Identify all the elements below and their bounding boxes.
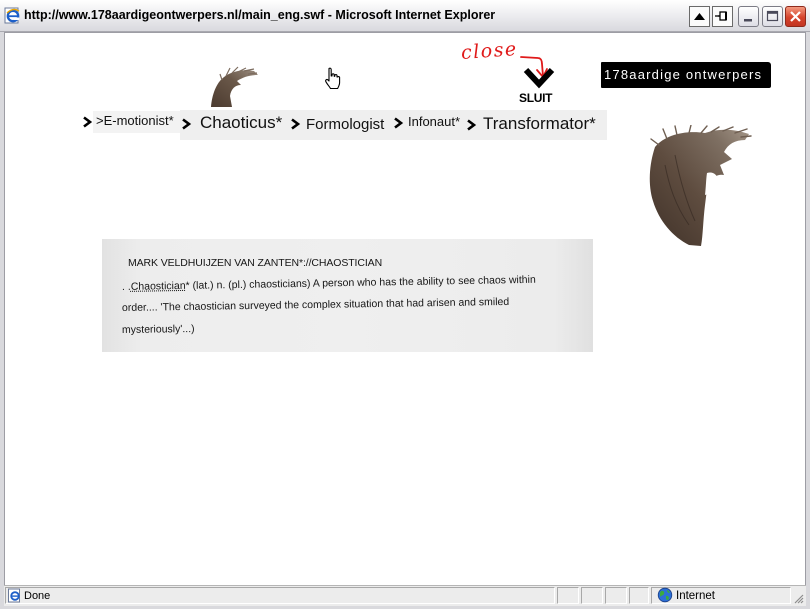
status-pane — [557, 587, 579, 604]
definition-rest: * (lat.) n. (pl.) chaosticians) A person… — [185, 273, 536, 292]
chevron-down-icon — [523, 67, 555, 89]
window-title: http://www.178aardigeontwerpers.nl/main_… — [24, 8, 496, 22]
hair-tuft-image-large — [649, 125, 752, 246]
profile-scan: MARK VELDHUIJZEN VAN ZANTEN*://CHAOSTICI… — [102, 239, 593, 352]
ie-page-icon[interactable] — [4, 7, 21, 24]
status-text: Done — [24, 590, 51, 602]
sluit-label: SLUIT — [519, 91, 553, 105]
pin-icon — [715, 11, 727, 21]
security-zone-label: Internet — [676, 590, 715, 602]
status-pane — [605, 587, 627, 604]
globe-icon — [657, 587, 673, 603]
definition-prefix: . . — [121, 280, 131, 293]
nav-item-transformator[interactable]: Transformator* — [483, 114, 596, 134]
nav-item-e-motionist[interactable]: >E-motionist* — [96, 113, 174, 128]
nav-item-formologist[interactable]: Formologist — [306, 116, 384, 133]
chevron-right-icon — [467, 119, 477, 131]
pin-button[interactable] — [712, 6, 733, 27]
maximize-button[interactable] — [762, 6, 783, 27]
profile-line-2: order.... 'The chaostician surveyed the … — [121, 295, 510, 314]
profile-line-3: mysteriously'...) — [121, 322, 195, 336]
profile-heading: MARK VELDHUIJZEN VAN ZANTEN*://CHAOSTICI… — [128, 257, 383, 269]
chevron-right-icon — [182, 118, 192, 130]
close-window-button[interactable] — [785, 6, 806, 27]
close-annotation: close — [460, 38, 519, 64]
roll-up-icon — [694, 13, 705, 20]
chevron-right-icon — [291, 118, 301, 130]
nav-item-chaoticus[interactable]: Chaoticus* — [200, 113, 282, 133]
nav-item-infonaut[interactable]: Infonaut* — [408, 114, 460, 129]
maximize-icon — [766, 10, 779, 22]
roll-up-button[interactable] — [689, 6, 710, 27]
status-pane — [629, 587, 649, 604]
resize-grip-icon[interactable] — [792, 592, 804, 604]
minimize-button[interactable] — [738, 6, 759, 27]
minimize-icon — [744, 19, 752, 22]
site-logo: 178aardige ontwerpers — [601, 62, 771, 88]
chevron-right-icon — [83, 116, 93, 128]
status-pane-main — [5, 587, 555, 604]
status-pane — [581, 587, 603, 604]
sluit-button[interactable]: SLUIT — [517, 65, 559, 105]
definition-term: Chaostician — [130, 279, 186, 293]
chevron-right-icon — [394, 117, 404, 129]
hand-cursor-icon — [325, 67, 341, 90]
hair-tuft-image — [211, 66, 258, 107]
close-icon — [790, 11, 801, 22]
profile-definition: . .Chaostician* (lat.) n. (pl.) chaostic… — [122, 274, 536, 293]
page-done-icon — [8, 588, 20, 603]
